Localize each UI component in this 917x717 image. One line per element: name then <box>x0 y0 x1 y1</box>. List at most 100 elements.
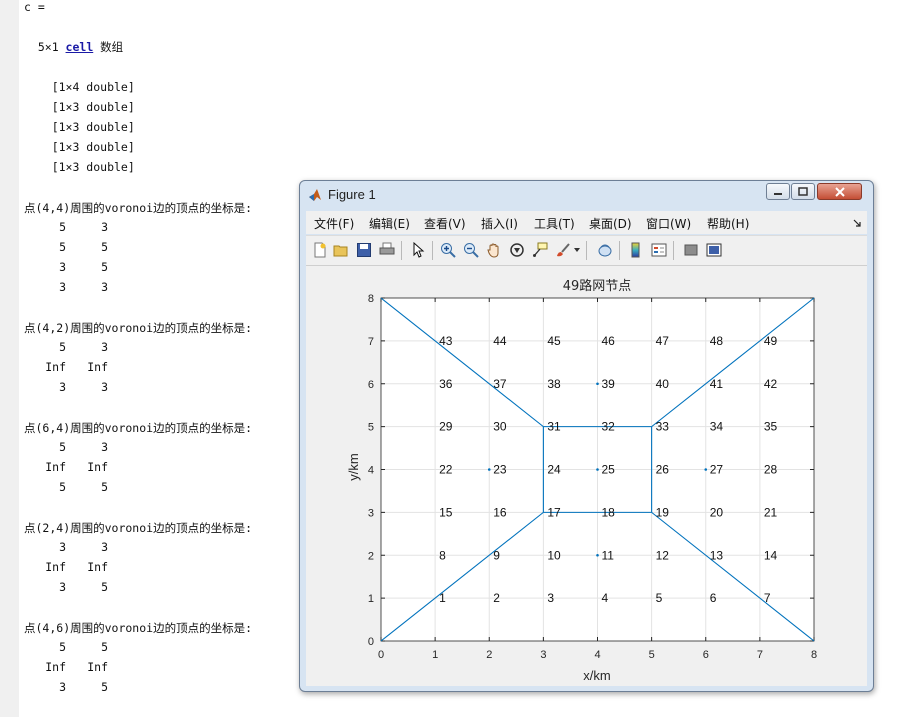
node-label: 46 <box>602 334 616 348</box>
node-label: 8 <box>439 548 446 562</box>
node-label: 9 <box>493 548 500 562</box>
cmd-text: 5×1 <box>24 40 66 54</box>
y-tick-label: 3 <box>368 507 374 519</box>
save-icon[interactable] <box>356 242 372 258</box>
y-axis-label: y/km <box>346 453 361 480</box>
voronoi-header: 点(4,4)周围的voronoi边的顶点的坐标是: <box>24 201 253 215</box>
minimize-button[interactable] <box>766 183 790 200</box>
node-label: 42 <box>764 377 778 391</box>
voronoi-header: 点(6,4)周围的voronoi边的顶点的坐标是: <box>24 421 253 435</box>
cmd-text: 数组 <box>93 40 124 54</box>
y-tick-label: 0 <box>368 636 374 648</box>
cmd-line: 5×1 cell 数组 <box>24 39 123 55</box>
pan-icon[interactable] <box>486 242 502 258</box>
voronoi-plot[interactable]: 49路网节点 0 1 2 3 4 5 6 7 80123456781 2 3 4 5 6 78 9 10 11 12… <box>306 266 867 686</box>
link-plot-icon[interactable] <box>597 242 613 258</box>
node-label: 39 <box>602 377 616 391</box>
data-cursor-icon[interactable] <box>532 242 548 258</box>
x-axis-label: x/km <box>583 668 610 683</box>
toolbar-separator <box>432 241 433 260</box>
brush-dropdown-icon[interactable] <box>574 248 580 253</box>
node-label: 43 <box>439 334 453 348</box>
colorbar-icon[interactable] <box>628 242 644 258</box>
new-figure-icon[interactable] <box>312 242 328 258</box>
menu-help[interactable]: 帮助(H) <box>707 215 749 232</box>
node-label: 29 <box>439 420 453 434</box>
node-label: 16 <box>493 505 507 519</box>
figure-title: Figure 1 <box>328 187 376 202</box>
cmd-line: [1×4 double] <box>24 80 135 94</box>
matrix-value: 5 <box>101 680 108 694</box>
figure-titlebar[interactable]: Figure 1 <box>300 181 873 209</box>
print-icon[interactable] <box>379 242 395 258</box>
close-button[interactable] <box>817 183 862 200</box>
matrix-value: Inf <box>87 360 108 374</box>
matrix-value: Inf <box>87 660 108 674</box>
menu-insert[interactable]: 插入(I) <box>481 215 518 232</box>
rotate-icon[interactable] <box>509 242 525 258</box>
command-window[interactable]: c = 5×1 cell 数组 [1×4 double] [1×3 double… <box>24 0 314 717</box>
show-plot-tools-icon[interactable] <box>706 242 722 258</box>
matrix-value: 5 <box>101 640 108 654</box>
menu-view[interactable]: 查看(V) <box>424 215 466 232</box>
menu-edit[interactable]: 编辑(E) <box>369 215 410 232</box>
toolbar-separator <box>673 241 674 260</box>
matrix-value: 3 <box>101 440 108 454</box>
y-tick-label: 6 <box>368 379 374 391</box>
node-label: 25 <box>602 463 616 477</box>
node-label: 20 <box>710 505 724 519</box>
node-label: 35 <box>764 420 778 434</box>
y-tick-label: 4 <box>368 465 374 477</box>
matlab-icon <box>309 189 321 201</box>
y-tick-label: 1 <box>368 593 374 605</box>
matrix-value: 5 <box>101 240 108 254</box>
node-label: 17 <box>547 505 561 519</box>
node-label: 47 <box>656 334 670 348</box>
node-label: 49 <box>764 334 778 348</box>
hide-plot-tools-icon[interactable] <box>683 242 699 258</box>
menu-tools[interactable]: 工具(T) <box>534 215 575 232</box>
x-tick-label: 6 <box>703 649 709 661</box>
y-tick-label: 7 <box>368 336 374 348</box>
figure-menubar: 文件(F) 编辑(E) 查看(V) 插入(I) 工具(T) 桌面(D) 窗口(W… <box>306 211 867 234</box>
voronoi-header: 点(4,2)周围的voronoi边的顶点的坐标是: <box>24 321 253 335</box>
node-label: 15 <box>439 505 453 519</box>
node-label: 45 <box>547 334 561 348</box>
menu-dock-arrow-icon[interactable] <box>853 219 861 227</box>
data-point <box>596 553 599 557</box>
cell-link[interactable]: cell <box>66 40 94 54</box>
zoom-in-icon[interactable] <box>440 242 456 258</box>
maximize-button[interactable] <box>791 183 815 200</box>
figure-toolbar <box>306 235 867 265</box>
brush-icon[interactable] <box>555 242 571 258</box>
node-label: 33 <box>656 420 670 434</box>
matrix-value: 5 <box>101 580 108 594</box>
node-label: 31 <box>547 420 561 434</box>
matrix-value: 3 <box>101 280 108 294</box>
node-label: 6 <box>710 591 717 605</box>
close-icon <box>834 186 845 197</box>
figure-window[interactable]: Figure 1 文件(F) 编辑(E) 查看(V) 插入(I) 工具(T) 桌… <box>299 180 874 692</box>
menu-file[interactable]: 文件(F) <box>314 215 354 232</box>
node-label: 1 <box>439 591 446 605</box>
cmd-line: [1×3 double] <box>24 160 135 174</box>
plot-area[interactable]: 49路网节点 0 1 2 3 4 5 6 7 8 0 1 2 3 4 5 6 7 8 1 2 3 4 5 6 7 8 9 10 11 12… <box>306 265 867 686</box>
node-label: 10 <box>547 548 561 562</box>
zoom-out-icon[interactable] <box>463 242 479 258</box>
x-tick-label: 4 <box>594 649 600 661</box>
node-label: 30 <box>493 420 507 434</box>
matrix-value: Inf <box>87 460 108 474</box>
node-label: 44 <box>493 334 507 348</box>
chart-title: 49路网节点 <box>563 278 632 294</box>
node-label: 19 <box>656 505 670 519</box>
toolbar-separator <box>619 241 620 260</box>
menu-window[interactable]: 窗口(W) <box>646 215 691 232</box>
node-label: 36 <box>439 377 453 391</box>
open-file-icon[interactable] <box>333 242 349 258</box>
x-tick-label: 8 <box>811 649 817 661</box>
matrix-value: Inf <box>87 560 108 574</box>
pointer-icon[interactable] <box>410 242 426 258</box>
legend-icon[interactable] <box>651 242 667 258</box>
menu-desktop[interactable]: 桌面(D) <box>589 215 632 232</box>
x-tick-label: 1 <box>432 649 438 661</box>
